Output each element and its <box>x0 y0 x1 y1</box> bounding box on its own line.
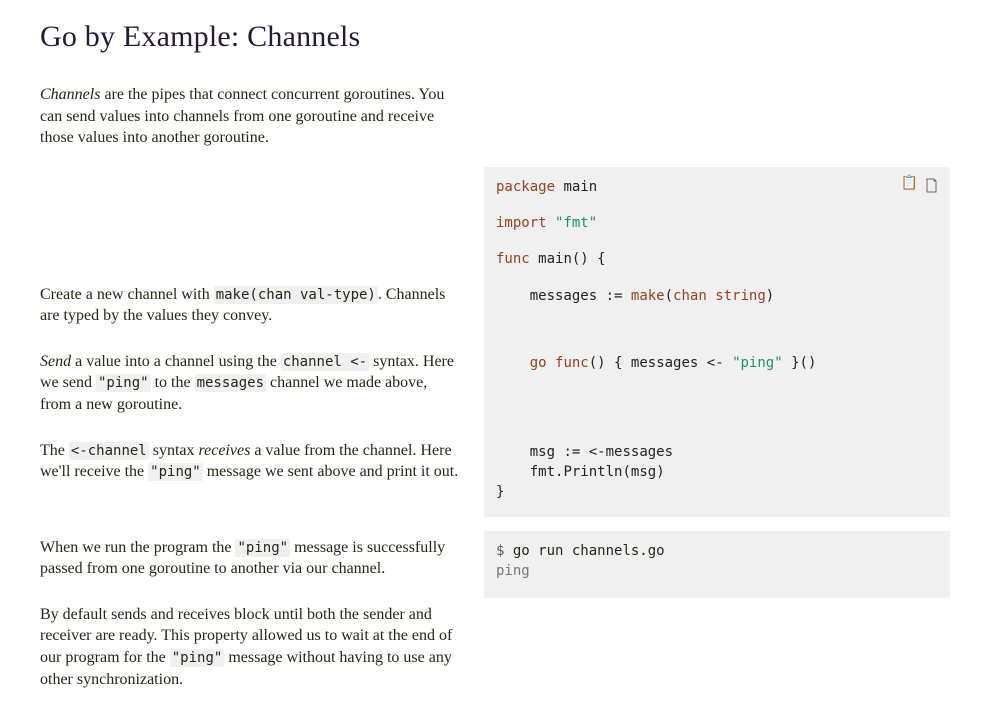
code-block: go func() { messages <- "ping" }() <box>496 353 938 373</box>
intro-doc: Channels are the pipes that connect conc… <box>40 78 484 167</box>
example-name: Channels <box>247 20 360 53</box>
doc-text: Send a value into a channel using the ch… <box>40 351 460 416</box>
code-cell: go func() { messages <- "ping" }() <box>484 345 950 434</box>
doc-cell: When we run the program the "ping" messa… <box>40 531 484 598</box>
doc-cell: Send a value into a channel using the ch… <box>40 345 484 434</box>
code-block: $ go run channels.go ping <box>496 541 938 582</box>
source-row: import "fmt" <box>40 205 950 241</box>
doc-text: By default sends and receives block unti… <box>40 604 460 690</box>
doc-text: When we run the program the "ping" messa… <box>40 537 460 580</box>
code-cell: msg := <-messages fmt.Println(msg) } <box>484 434 950 517</box>
run-icon[interactable] <box>924 177 938 197</box>
code-cell: 📋package main <box>484 167 950 205</box>
doc-cell: By default sends and receives block unti… <box>40 598 484 708</box>
doc-text: The <-channel syntax receives a value fr… <box>40 440 460 483</box>
code-block: messages := make(chan string) <box>496 286 938 306</box>
doc-cell <box>40 205 484 241</box>
doc-cell <box>40 241 484 277</box>
code-block: msg := <-messages fmt.Println(msg) } <box>496 442 938 503</box>
source-row: Send a value into a channel using the ch… <box>40 345 950 434</box>
source-table: Channels are the pipes that connect conc… <box>40 78 950 517</box>
code-cell <box>484 598 950 708</box>
output-table: When we run the program the "ping" messa… <box>40 531 950 708</box>
intro-code-empty <box>484 78 950 167</box>
code-cell: $ go run channels.go ping <box>484 531 950 598</box>
title-separator: : <box>231 20 247 53</box>
doc-cell <box>40 167 484 205</box>
doc-text: Create a new channel with make(chan val-… <box>40 284 460 327</box>
intro-row: Channels are the pipes that connect conc… <box>40 78 950 167</box>
page-title: Go by Example: Channels <box>40 20 950 54</box>
source-row: Create a new channel with make(chan val-… <box>40 278 950 345</box>
source-row: func main() { <box>40 241 950 277</box>
clipboard-icon[interactable]: 📋 <box>901 177 918 197</box>
code-cell: messages := make(chan string) <box>484 278 950 345</box>
code-block: package main <box>496 177 938 197</box>
code-cell: func main() { <box>484 241 950 277</box>
source-row: 📋package main <box>40 167 950 205</box>
output-row: When we run the program the "ping" messa… <box>40 531 950 598</box>
code-block: import "fmt" <box>496 213 938 233</box>
doc-cell: The <-channel syntax receives a value fr… <box>40 434 484 517</box>
intro-text: Channels are the pipes that connect conc… <box>40 84 460 149</box>
code-block: func main() { <box>496 249 938 269</box>
code-cell: import "fmt" <box>484 205 950 241</box>
source-row: The <-channel syntax receives a value fr… <box>40 434 950 517</box>
doc-cell: Create a new channel with make(chan val-… <box>40 278 484 345</box>
output-row: By default sends and receives block unti… <box>40 598 950 708</box>
site-link[interactable]: Go by Example <box>40 20 231 53</box>
